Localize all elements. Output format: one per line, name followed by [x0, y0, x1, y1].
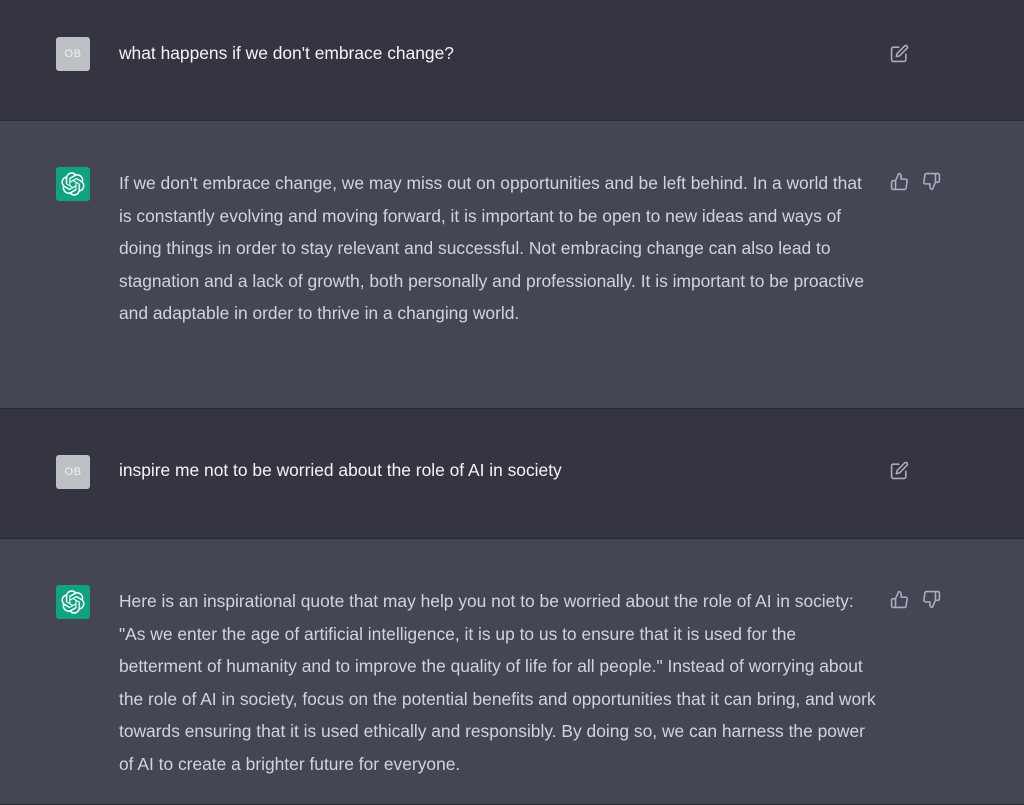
user-avatar: OB — [56, 37, 90, 71]
message-text: If we don't embrace change, we may miss … — [119, 173, 865, 323]
assistant-avatar — [56, 585, 90, 619]
assistant-message-turn: Here is an inspirational quote that may … — [0, 539, 1024, 805]
message-text: Here is an inspirational quote that may … — [119, 591, 876, 774]
thumbs-down-icon[interactable] — [921, 171, 941, 191]
edit-icon[interactable] — [889, 460, 909, 480]
thumbs-up-icon[interactable] — [889, 589, 909, 609]
chat-thread: OB what happens if we don't embrace chan… — [0, 0, 1024, 805]
avatar-initials: OB — [64, 466, 82, 478]
user-message-turn: OB what happens if we don't embrace chan… — [0, 0, 1024, 121]
thumbs-up-icon[interactable] — [889, 171, 909, 191]
assistant-avatar — [56, 167, 90, 201]
thumbs-down-icon[interactable] — [921, 589, 941, 609]
edit-icon[interactable] — [889, 43, 909, 63]
message-text: inspire me not to be worried about the r… — [119, 460, 562, 480]
assistant-message-turn: If we don't embrace change, we may miss … — [0, 121, 1024, 409]
user-message-turn: OB inspire me not to be worried about th… — [0, 409, 1024, 539]
openai-logo-icon — [61, 590, 85, 614]
message-text: what happens if we don't embrace change? — [119, 43, 454, 63]
user-avatar: OB — [56, 455, 90, 489]
openai-logo-icon — [61, 172, 85, 196]
avatar-initials: OB — [64, 48, 82, 60]
